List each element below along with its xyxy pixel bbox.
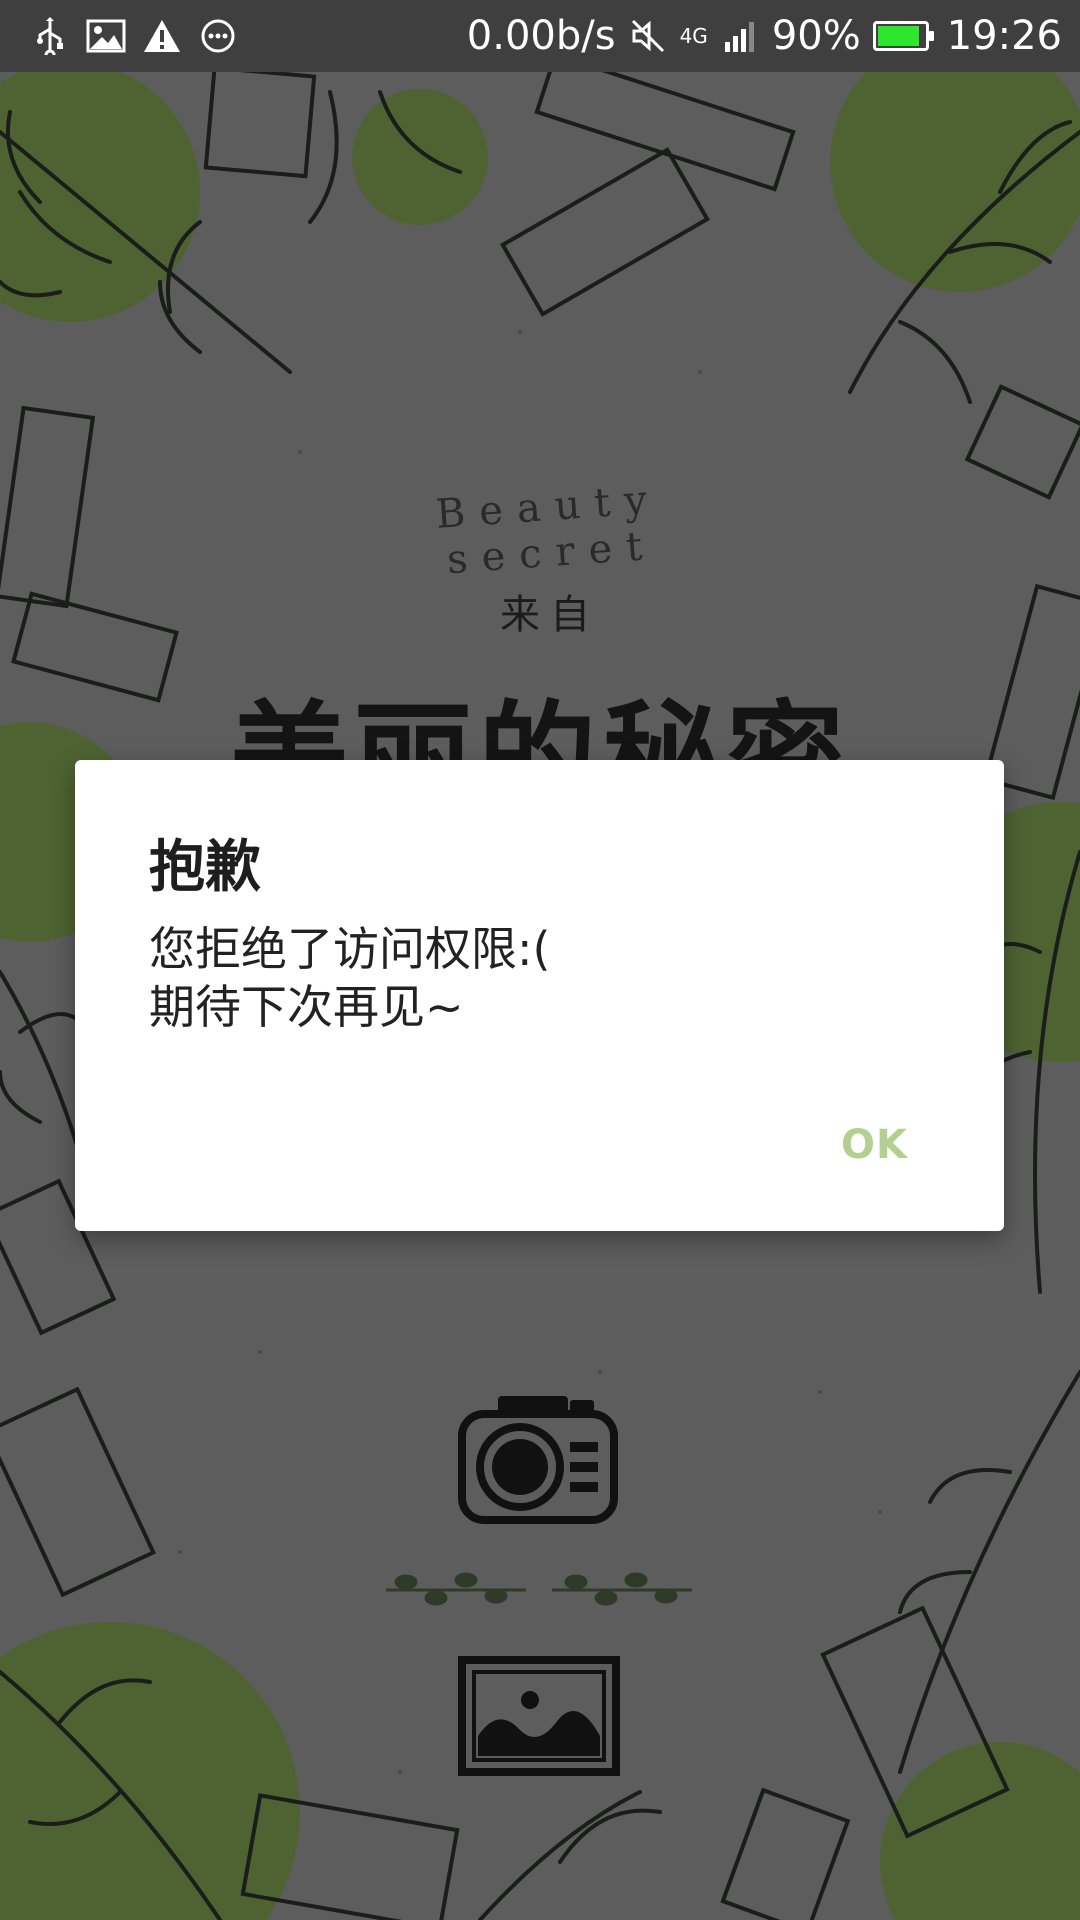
dialog-title: 抱歉 bbox=[149, 835, 261, 900]
leaf-divider bbox=[386, 1572, 692, 1606]
warning-icon bbox=[142, 16, 182, 56]
gallery-button[interactable] bbox=[458, 1656, 620, 1776]
dialog-message: 您拒绝了访问权限:( 期待下次再见~ bbox=[149, 920, 550, 1036]
status-bar-left bbox=[30, 16, 238, 56]
dialog-message-line1: 您拒绝了访问权限:( bbox=[149, 922, 551, 976]
brand-from-label: 来自 bbox=[500, 592, 600, 638]
signal-icon bbox=[720, 16, 760, 56]
status-bar-right: 0.00b/s 4G 90% 19:26 bbox=[467, 13, 1062, 59]
mute-icon bbox=[628, 16, 668, 56]
battery-icon bbox=[872, 21, 934, 51]
battery-level-fill bbox=[877, 26, 919, 46]
status-bar: 0.00b/s 4G 90% 19:26 bbox=[0, 0, 1080, 72]
ok-button[interactable]: OK bbox=[841, 1122, 908, 1168]
battery-percent: 90% bbox=[771, 13, 861, 59]
camera-icon bbox=[458, 1396, 618, 1524]
dialog-message-line2: 期待下次再见~ bbox=[149, 980, 464, 1034]
usb-icon bbox=[30, 16, 70, 56]
network-type: 4G bbox=[679, 24, 708, 48]
camera-button[interactable] bbox=[458, 1390, 618, 1524]
clock: 19:26 bbox=[946, 13, 1062, 59]
more-icon bbox=[198, 16, 238, 56]
gallery-icon bbox=[458, 1656, 620, 1776]
network-speed: 0.00b/s bbox=[466, 13, 616, 59]
permission-denied-dialog: 抱歉 您拒绝了访问权限:( 期待下次再见~ OK bbox=[75, 760, 1004, 1231]
image-icon bbox=[86, 16, 126, 56]
